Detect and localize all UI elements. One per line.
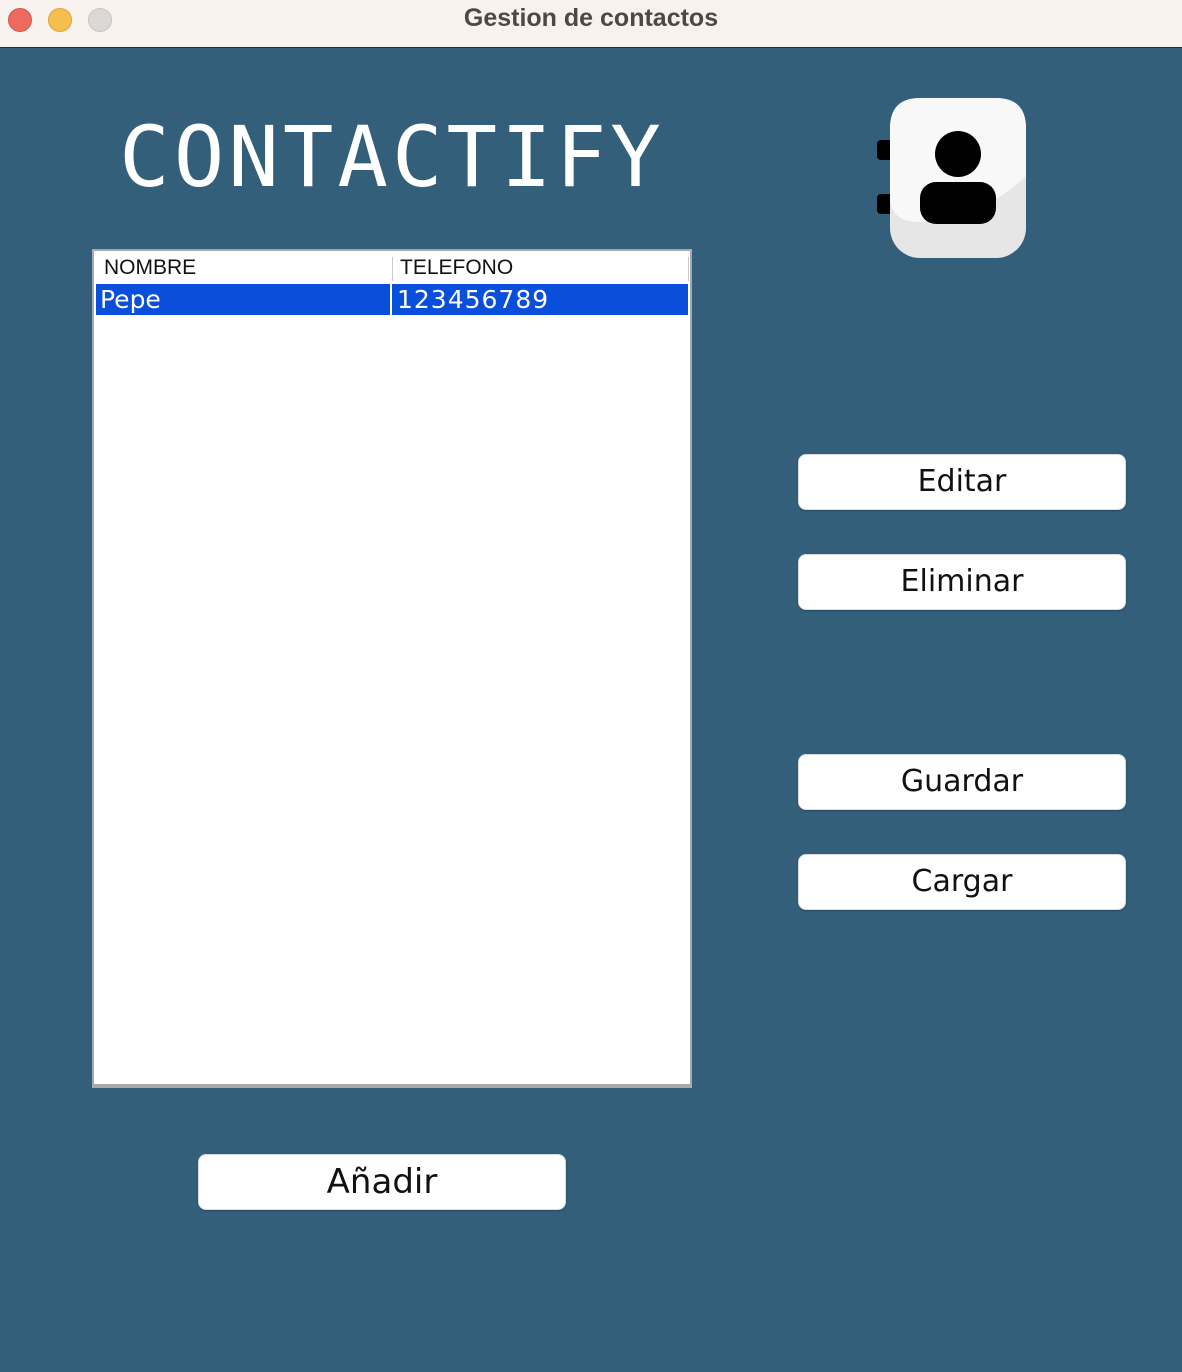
cell-divider xyxy=(390,284,392,315)
table-header: NOMBRE TELEFONO xyxy=(96,253,689,283)
table-row[interactable]: Pepe 123456789 xyxy=(96,284,688,315)
delete-button[interactable]: Eliminar xyxy=(798,554,1126,610)
add-button[interactable]: Añadir xyxy=(198,1154,566,1210)
title-bar: Gestion de contactos xyxy=(0,0,1182,48)
column-header-nombre[interactable]: NOMBRE xyxy=(104,255,196,281)
app-title: CONTACTIFY xyxy=(119,108,665,206)
cell-telefono: 123456789 xyxy=(397,285,550,314)
column-divider xyxy=(688,257,689,281)
load-button[interactable]: Cargar xyxy=(798,854,1126,910)
app-window: Gestion de contactos CONTACTIFY NOMBRE T… xyxy=(0,0,1182,1372)
window-title: Gestion de contactos xyxy=(463,4,719,32)
edit-button[interactable]: Editar xyxy=(798,454,1126,510)
column-divider xyxy=(392,257,393,281)
column-header-telefono[interactable]: TELEFONO xyxy=(400,255,513,281)
table-bottom-border xyxy=(94,1084,690,1086)
save-button[interactable]: Guardar xyxy=(798,754,1126,810)
contact-book-icon xyxy=(876,96,1028,260)
cell-nombre: Pepe xyxy=(100,285,161,314)
contacts-table[interactable]: NOMBRE TELEFONO Pepe 123456789 xyxy=(92,249,692,1088)
